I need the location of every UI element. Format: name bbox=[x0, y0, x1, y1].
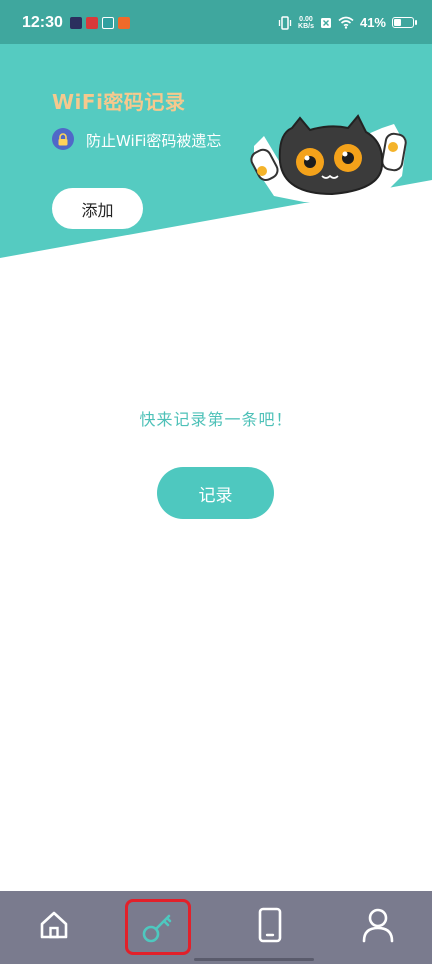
vibrate-icon bbox=[278, 15, 292, 30]
page-subtitle: 防止WiFi密码被遗忘 bbox=[86, 132, 222, 150]
network-speed-unit: KB/s bbox=[298, 22, 314, 30]
status-time: 12:30 bbox=[22, 14, 63, 31]
add-button[interactable]: 添加 bbox=[52, 188, 143, 229]
empty-state-message: 快来记录第一条吧！ bbox=[139, 410, 293, 429]
network-speed: 0.00 KB/s bbox=[298, 16, 314, 30]
tab-device[interactable] bbox=[250, 905, 290, 945]
tab-passwords[interactable] bbox=[125, 899, 191, 955]
app-notification-icon bbox=[70, 17, 82, 29]
home-icon bbox=[40, 911, 68, 939]
tab-profile[interactable] bbox=[358, 905, 398, 945]
wifi-icon bbox=[338, 16, 354, 29]
sim-off-icon bbox=[320, 17, 331, 28]
record-button[interactable]: 记录 bbox=[157, 467, 274, 519]
battery-percent: 41% bbox=[359, 15, 386, 30]
app-notification-icon bbox=[86, 17, 98, 29]
notification-icons bbox=[70, 17, 130, 29]
phone-icon bbox=[258, 907, 282, 943]
page-title: WiFi密码记录 bbox=[52, 90, 186, 114]
lock-icon bbox=[52, 128, 74, 150]
tab-home[interactable] bbox=[34, 905, 74, 945]
user-icon bbox=[362, 908, 394, 943]
status-right: 0.00 KB/s 41% bbox=[278, 15, 417, 30]
key-icon bbox=[142, 914, 172, 943]
app-notification-icon bbox=[102, 17, 114, 29]
battery-icon bbox=[392, 17, 417, 28]
home-indicator bbox=[194, 958, 314, 961]
bottom-tab-bar bbox=[0, 891, 432, 964]
status-bar: 12:30 0.00 KB/s 41% bbox=[0, 0, 432, 44]
app-notification-icon bbox=[118, 17, 130, 29]
cat-mascot-illustration bbox=[250, 114, 407, 202]
network-speed-value: 0.00 bbox=[299, 15, 313, 23]
